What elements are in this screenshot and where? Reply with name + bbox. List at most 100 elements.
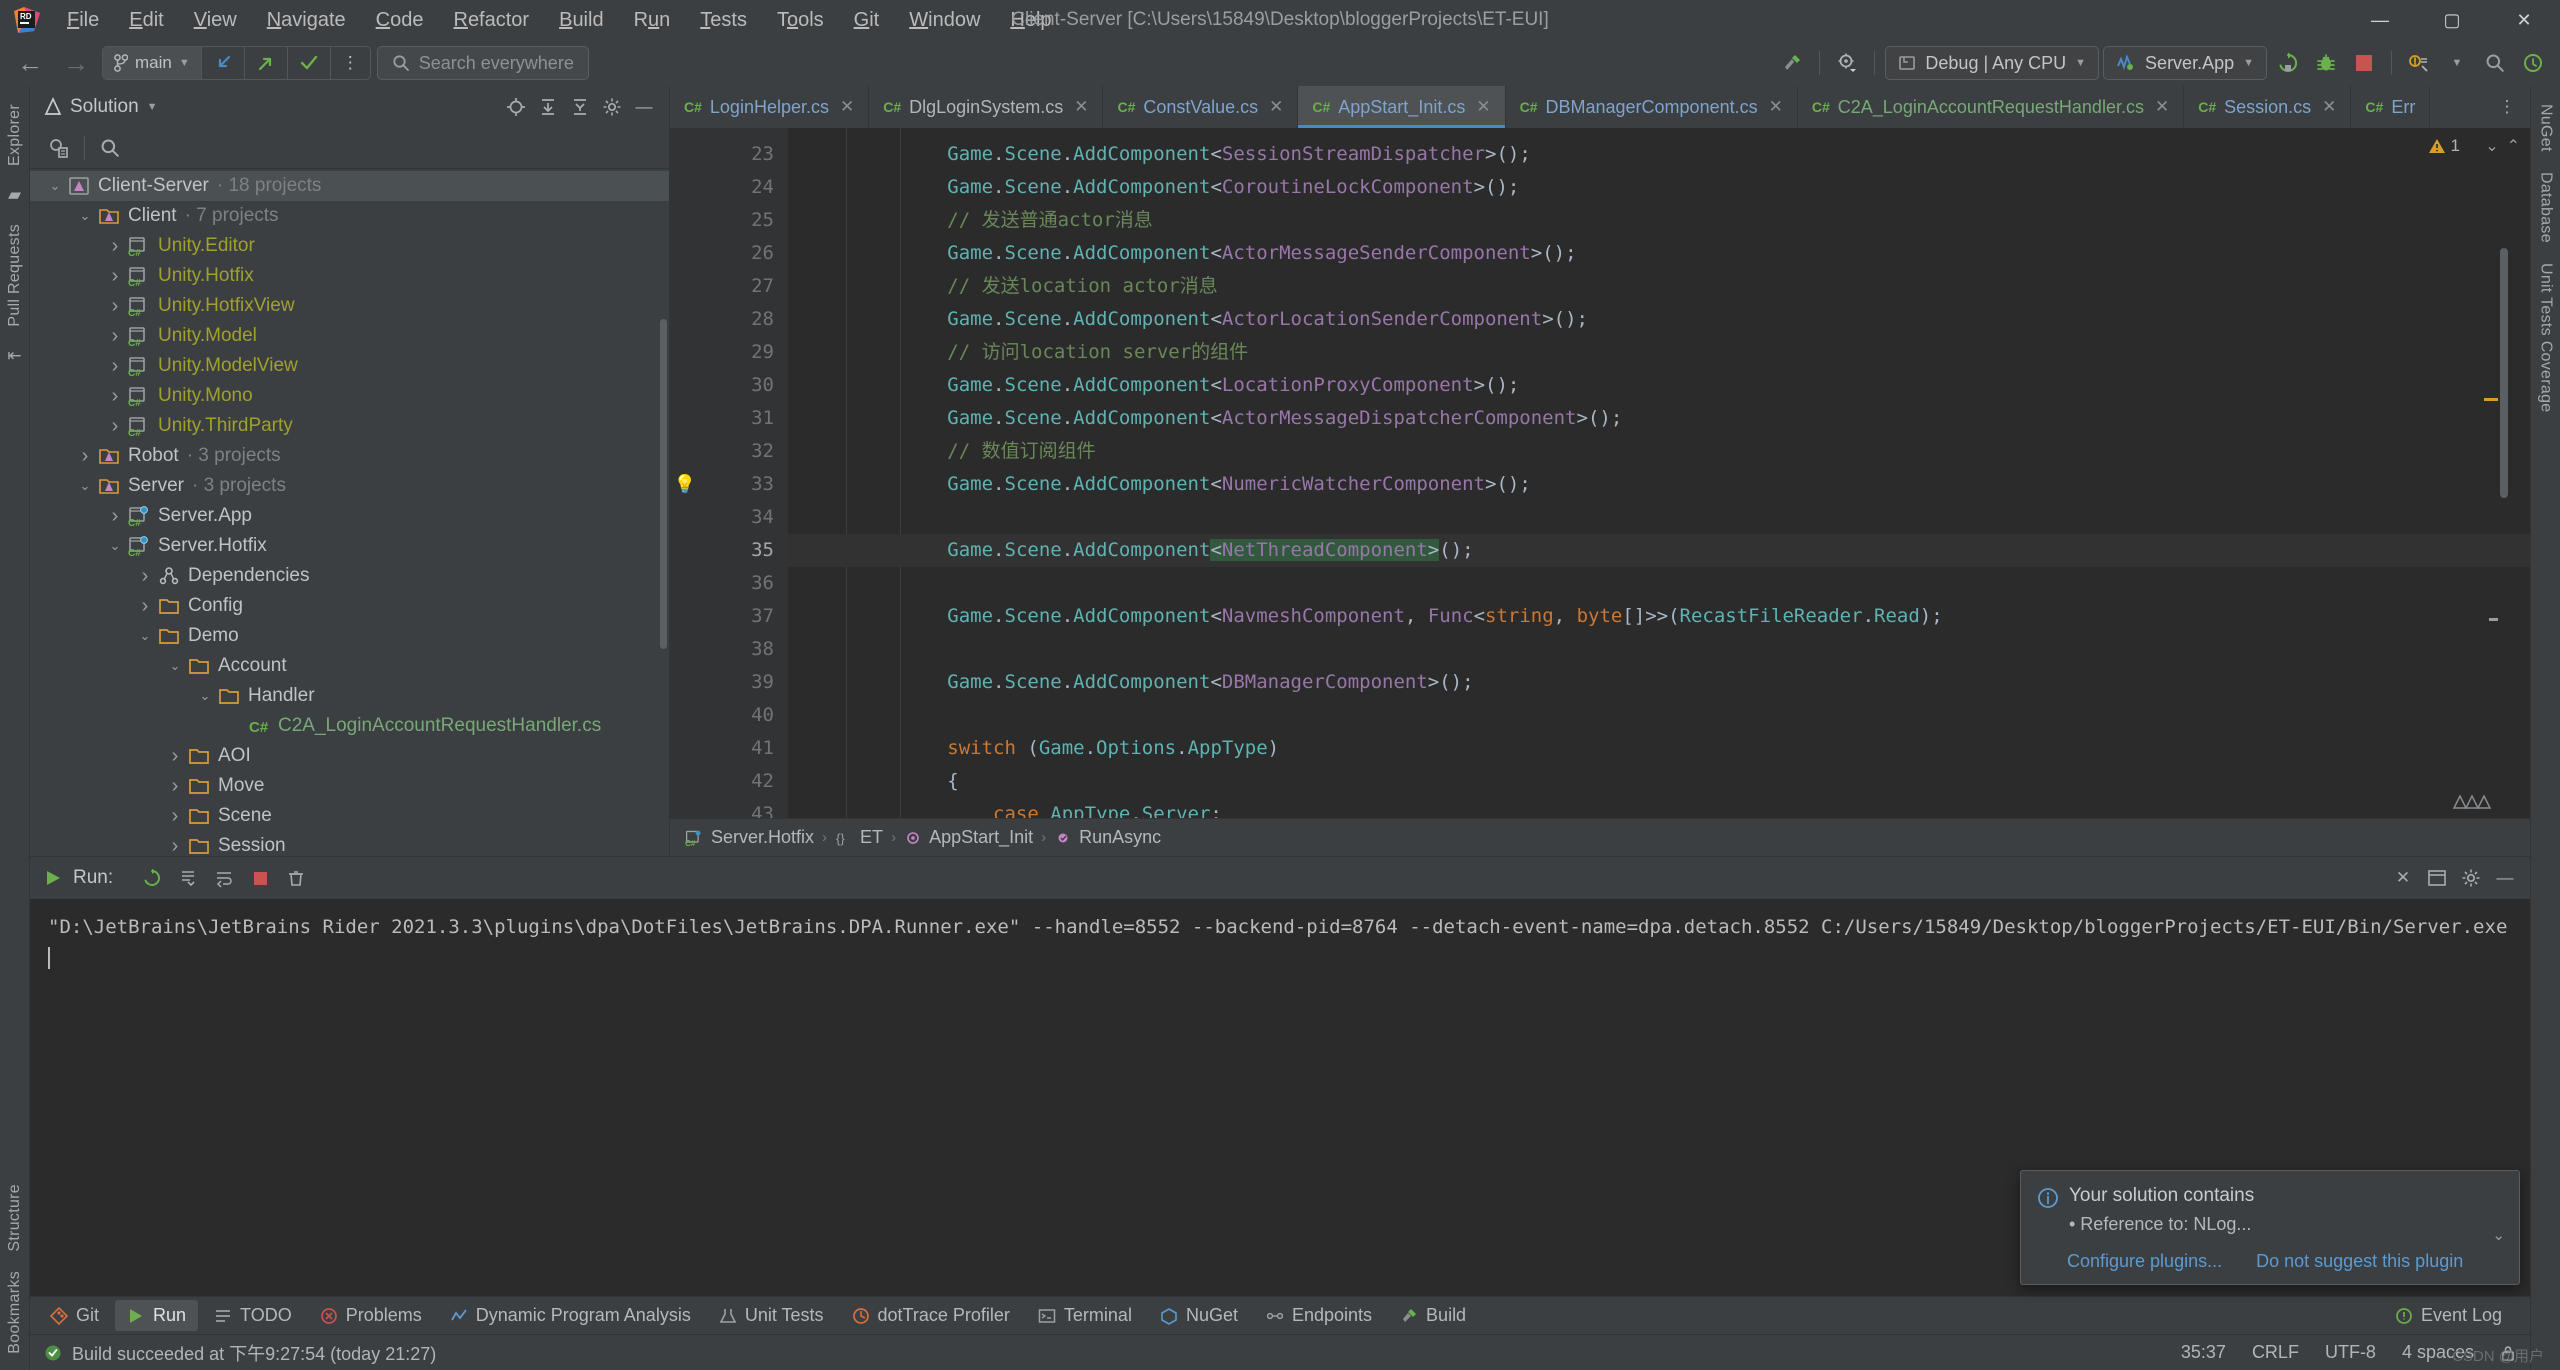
code-line[interactable]: Game.Scene.AddComponent<NumericWatcherCo… xyxy=(788,468,2530,501)
editor-tab-dlgloginsystem-cs[interactable]: C# DlgLoginSystem.cs ✕ xyxy=(869,86,1104,128)
line-number-gutter[interactable]: 23 24 25 26 27 28 29 30 31 32 33 34 35 36 37 38 39 40 41 42… xyxy=(670,128,788,818)
menu-build[interactable]: Build xyxy=(544,6,618,34)
folder-icon[interactable]: ▰ xyxy=(8,176,21,214)
editor-tab-session-cs[interactable]: C# Session.cs ✕ xyxy=(2184,86,2352,128)
close-tab-icon[interactable]: ✕ xyxy=(1476,97,1490,117)
chevron-down-icon[interactable]: ⌄ xyxy=(164,658,186,674)
code-line[interactable]: Game.Scene.AddComponent<ActorLocationSen… xyxy=(788,303,2530,336)
vcs-commit-button[interactable] xyxy=(288,47,331,79)
search-everywhere[interactable]: Search everywhere xyxy=(376,46,589,80)
updates-badge-icon[interactable] xyxy=(2516,46,2550,80)
editor-tab-err[interactable]: C# Err xyxy=(2351,86,2431,128)
search-toolbar-icon[interactable] xyxy=(2478,46,2512,80)
code-line[interactable]: Game.Scene.AddComponent<NavmeshComponent… xyxy=(788,600,2530,633)
code-line[interactable]: Game.Scene.AddComponent<LocationProxyCom… xyxy=(788,369,2530,402)
code-line[interactable] xyxy=(788,501,2530,534)
tool-window-endpoints[interactable]: Endpoints xyxy=(1254,1300,1384,1331)
do-not-suggest-link[interactable]: Do not suggest this plugin xyxy=(2256,1251,2463,1272)
code-line[interactable]: case AppType.Server: xyxy=(788,798,2530,818)
minimize-panel-icon[interactable]: — xyxy=(2490,863,2520,893)
explorer-scrollbar[interactable] xyxy=(660,319,667,650)
forward-icon[interactable]: → xyxy=(56,46,96,80)
tree-node-unity-model[interactable]: › C# Unity.Model xyxy=(30,321,669,351)
code-line[interactable]: Game.Scene.AddComponent<CoroutineLockCom… xyxy=(788,171,2530,204)
chevron-down-icon[interactable]: ⌄ xyxy=(134,628,156,644)
code-line[interactable]: Game.Scene.AddComponent<ActorMessageDisp… xyxy=(788,402,2530,435)
code-line[interactable]: Game.Scene.AddComponent<SessionStreamDis… xyxy=(788,138,2530,171)
close-tab-icon[interactable]: ✕ xyxy=(2322,97,2336,117)
build-solution-button[interactable] xyxy=(1775,46,1809,80)
tree-node-server-app[interactable]: › C# Server.App xyxy=(30,501,669,531)
layout-icon[interactable] xyxy=(2422,863,2452,893)
tree-node-c2a-loginaccountrequesthandler-cs[interactable]: C# C2A_LoginAccountRequestHandler.cs xyxy=(30,711,669,741)
tool-window-terminal[interactable]: Terminal xyxy=(1026,1300,1144,1331)
chevron-down-icon[interactable]: ▼ xyxy=(2440,46,2474,80)
caret-position[interactable]: 35:37 xyxy=(2181,1342,2226,1363)
code-line[interactable] xyxy=(788,699,2530,732)
menu-edit[interactable]: Edit xyxy=(114,6,178,34)
tool-window-build[interactable]: Build xyxy=(1388,1300,1478,1331)
chevron-right-icon[interactable]: › xyxy=(104,265,126,288)
tree-node-unity-modelview[interactable]: › C# Unity.ModelView xyxy=(30,351,669,381)
tree-node-move[interactable]: › Move xyxy=(30,771,669,801)
hide-panel-icon[interactable]: — xyxy=(629,92,659,122)
menu-run[interactable]: Run xyxy=(619,6,686,34)
rail-item-bookmarks[interactable]: Bookmarks xyxy=(4,1261,26,1364)
tree-node-unity-hotfixview[interactable]: › C# Unity.HotfixView xyxy=(30,291,669,321)
breadcrumb-item-et[interactable]: {} ET xyxy=(835,827,883,848)
chevron-right-icon[interactable]: › xyxy=(134,565,156,588)
chevron-down-icon[interactable]: ⌄ xyxy=(74,478,96,494)
expand-all-icon[interactable] xyxy=(533,92,563,122)
tool-window-git[interactable]: Git xyxy=(38,1300,111,1331)
tree-node-unity-editor[interactable]: › C# Unity.Editor xyxy=(30,231,669,261)
back-icon[interactable]: ← xyxy=(10,46,50,80)
locate-file-icon[interactable] xyxy=(501,92,531,122)
settings-gear-icon[interactable] xyxy=(2456,863,2486,893)
code-inspection-button[interactable] xyxy=(2402,46,2436,80)
chevron-right-icon[interactable]: › xyxy=(164,745,186,768)
event-log-button[interactable]: Event Log xyxy=(2383,1300,2514,1331)
chevron-right-icon[interactable]: › xyxy=(104,415,126,438)
editor-tab-loginhelper-cs[interactable]: C# LoginHelper.cs ✕ xyxy=(670,86,870,128)
collapse-all-icon[interactable] xyxy=(565,92,595,122)
menu-tests[interactable]: Tests xyxy=(685,6,762,34)
close-tab-icon[interactable]: ✕ xyxy=(1769,97,1783,117)
code-line[interactable]: { xyxy=(788,765,2530,798)
code-line[interactable]: switch (Game.Options.AppType) xyxy=(788,732,2530,765)
tree-node-server[interactable]: ⌄ Server · 3 projects xyxy=(30,471,669,501)
tree-node-client-server[interactable]: ⌄ Client-Server · 18 projects xyxy=(30,171,669,202)
breadcrumb-item-server-hotfix[interactable]: C# Server.Hotfix xyxy=(684,827,814,848)
tree-node-server-hotfix[interactable]: ⌄ C# Server.Hotfix xyxy=(30,531,669,561)
soft-wrap-icon[interactable] xyxy=(209,863,239,893)
minimize-button[interactable]: — xyxy=(2344,0,2416,40)
chevron-right-icon[interactable]: › xyxy=(134,595,156,618)
tool-window-nuget[interactable]: NuGet xyxy=(1148,1300,1250,1331)
rail-item-nuget[interactable]: NuGet xyxy=(2535,94,2557,162)
tool-window-unit-tests[interactable]: Unit Tests xyxy=(707,1300,836,1331)
code-line[interactable]: Game.Scene.AddComponent<NetThreadCompone… xyxy=(788,534,2530,567)
code-line[interactable] xyxy=(788,633,2530,666)
chevron-right-icon[interactable]: › xyxy=(104,355,126,378)
rerun-button[interactable] xyxy=(2271,46,2305,80)
menu-navigate[interactable]: Navigate xyxy=(252,6,361,34)
tool-window-dottrace-profiler[interactable]: dotTrace Profiler xyxy=(840,1300,1022,1331)
code-line[interactable]: Game.Scene.AddComponent<ActorMessageSend… xyxy=(788,237,2530,270)
configuration-selector[interactable]: Debug | Any CPU ▼ xyxy=(1885,46,2100,80)
tree-node-client[interactable]: ⌄ Client · 7 projects xyxy=(30,201,669,231)
rail-item-unit-tests-coverage[interactable]: Unit Tests Coverage xyxy=(2535,253,2557,422)
chevron-right-icon[interactable]: › xyxy=(74,445,96,468)
tool-window-todo[interactable]: TODO xyxy=(202,1300,304,1331)
tree-node-unity-thirdparty[interactable]: › C# Unity.ThirdParty xyxy=(30,411,669,441)
trash-icon[interactable] xyxy=(281,863,311,893)
chevron-down-icon[interactable]: ⌄ xyxy=(44,178,66,194)
chevron-right-icon[interactable]: › xyxy=(164,805,186,828)
vcs-more-button[interactable]: ⋮ xyxy=(331,47,370,79)
chevron-right-icon[interactable]: › xyxy=(104,325,126,348)
menu-window[interactable]: Window xyxy=(894,6,995,34)
code-line[interactable]: // 发送普通actor消息 xyxy=(788,204,2530,237)
code-line[interactable]: // 访问location server的组件 xyxy=(788,336,2530,369)
chevron-right-icon[interactable]: › xyxy=(164,835,186,856)
inspection-warning-badge[interactable]: 1 xyxy=(2428,136,2460,156)
chevron-up-icon[interactable]: ⌃ xyxy=(2507,136,2520,156)
breadcrumb-item-appstart-init[interactable]: AppStart_Init xyxy=(904,827,1033,848)
